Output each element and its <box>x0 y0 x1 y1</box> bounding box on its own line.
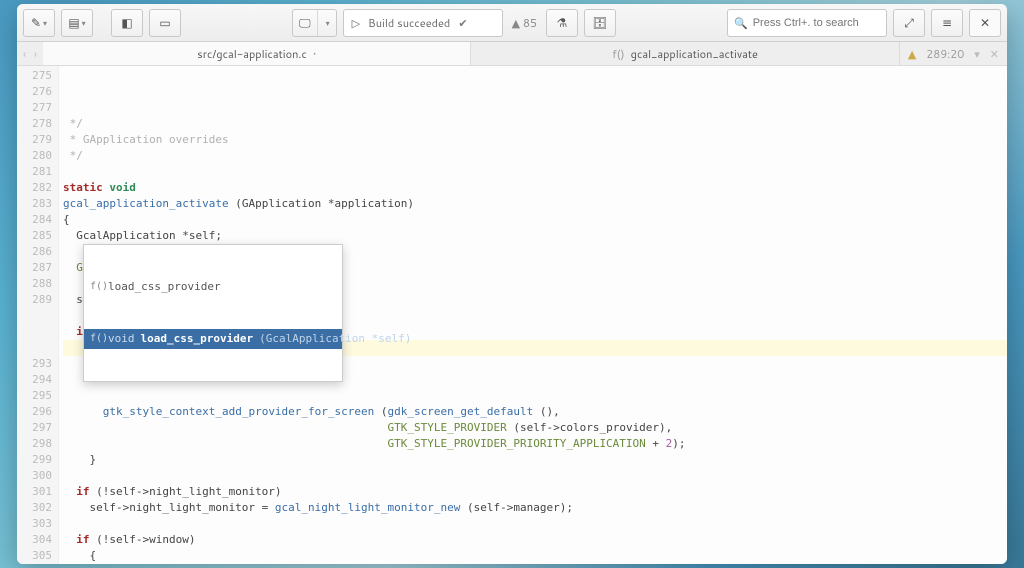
tab-symbol[interactable]: f() gcal_application_activate <box>471 42 899 65</box>
menu-button[interactable]: ≡ <box>931 9 963 37</box>
completion-signature: (GcalApplication *self) <box>259 331 411 347</box>
tab-meta: ▲ 289:20 ▾ ✕ <box>900 42 1007 65</box>
diagnostics-button[interactable]: ⚗ <box>546 9 578 37</box>
warning-icon: ▲ <box>512 15 520 31</box>
warning-icon: ▲ <box>908 46 916 62</box>
global-search[interactable]: 🔍 <box>727 9 887 37</box>
run-icon: ▷ <box>352 15 360 31</box>
build-status-text: Build succeeded <box>368 15 450 31</box>
tab-close-button[interactable]: ✕ <box>990 46 999 62</box>
function-icon: f() <box>612 46 624 62</box>
check-icon: ✔ <box>458 15 467 31</box>
completion-item[interactable]: f() load_css_provider <box>84 277 342 297</box>
search-icon: 🔍 <box>734 15 748 31</box>
panel-left-toggle[interactable]: ◧ <box>111 9 143 37</box>
expand-icon: ⤢ <box>904 14 914 31</box>
tab-label: src/gcal-application.c <box>197 46 307 62</box>
back-button[interactable]: ‹ <box>23 46 26 62</box>
cylinder-icon: 🗄 <box>592 14 607 31</box>
code-area[interactable]: */ * GApplication overrides */ static vo… <box>59 66 1007 564</box>
build-status-box[interactable]: ▷ Build succeeded ✔ <box>343 9 503 37</box>
header-bar: ✎▾ ▤▾ ◧ ▭ 🖵 ▾ ▷ Build succeeded ✔ ▲ 85 ⚗… <box>17 4 1007 42</box>
close-button[interactable]: ✕ <box>969 9 1001 37</box>
ide-window: ✎▾ ▤▾ ◧ ▭ 🖵 ▾ ▷ Build succeeded ✔ ▲ 85 ⚗… <box>17 4 1007 564</box>
device-select[interactable]: 🖵 ▾ <box>292 9 337 37</box>
tab-label: gcal_application_activate <box>631 46 758 62</box>
warnings-badge[interactable]: ▲ 85 <box>509 15 540 31</box>
search-input[interactable] <box>753 17 880 29</box>
function-icon: f() <box>90 331 102 347</box>
tab-bar: ‹ › src/gcal-application.c • f() gcal_ap… <box>17 42 1007 66</box>
completion-return-type: void <box>108 331 135 347</box>
forward-button[interactable]: › <box>34 46 37 62</box>
nav-arrows: ‹ › <box>17 42 43 65</box>
open-button[interactable]: ▤▾ <box>61 9 93 37</box>
open-icon: ▤ <box>68 14 79 31</box>
completion-popup[interactable]: f() load_css_provider f() void load_css_… <box>83 244 343 382</box>
profiler-button[interactable]: 🗄 <box>584 9 616 37</box>
function-icon: f() <box>90 279 102 295</box>
fullscreen-button[interactable]: ⤢ <box>893 9 925 37</box>
beaker-icon: ⚗ <box>557 14 568 31</box>
panel-left-icon: ◧ <box>121 14 132 31</box>
tab-options-button[interactable]: ▾ <box>974 46 980 62</box>
close-icon: ✕ <box>980 14 990 31</box>
monitor-icon: 🖵 <box>299 14 311 31</box>
hamburger-icon: ≡ <box>942 14 952 31</box>
panel-bottom-toggle[interactable]: ▭ <box>149 9 181 37</box>
dirty-indicator: • <box>313 46 316 62</box>
completion-item-selected[interactable]: f() void load_css_provider (GcalApplicat… <box>84 329 342 349</box>
tab-source-file[interactable]: src/gcal-application.c • <box>43 42 471 65</box>
panel-bottom-icon: ▭ <box>159 14 170 31</box>
pencil-icon: ✎ <box>31 14 41 31</box>
code-editor[interactable]: 2752762772782792802812822832842852862872… <box>17 66 1007 564</box>
completion-label: load_css_provider <box>108 279 221 295</box>
line-gutter: 2752762772782792802812822832842852862872… <box>17 66 59 564</box>
completion-label: load_css_provider <box>141 331 254 347</box>
new-file-button[interactable]: ✎▾ <box>23 9 55 37</box>
cursor-position: 289:20 <box>926 46 964 62</box>
